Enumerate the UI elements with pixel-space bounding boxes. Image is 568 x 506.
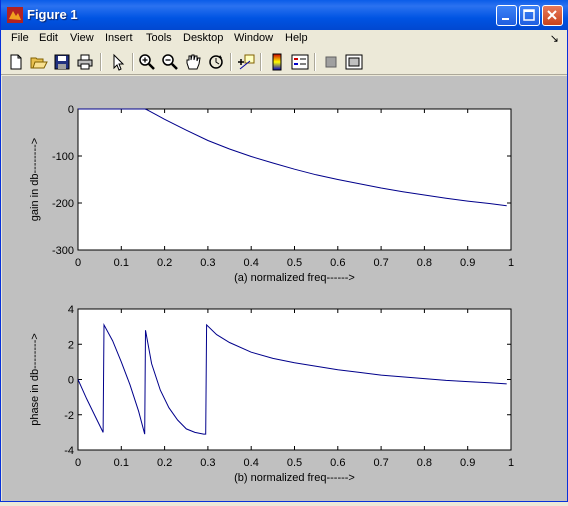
window-title: Figure 1 xyxy=(27,7,78,22)
close-button[interactable] xyxy=(542,5,563,26)
y-tick-label: -200 xyxy=(52,198,74,210)
y-tick-label: -100 xyxy=(52,151,74,163)
maximize-icon xyxy=(523,9,535,21)
x-tick-label: 0.7 xyxy=(373,457,388,469)
y-axis-label: gain in db--------> xyxy=(29,138,41,221)
y-tick-label: -300 xyxy=(52,245,74,257)
menu-tools[interactable]: Tools xyxy=(146,32,172,44)
y-tick-label: 2 xyxy=(68,339,74,351)
x-tick-label: 0 xyxy=(75,457,81,469)
legend-icon[interactable] xyxy=(291,53,309,71)
x-axis-label: (b) normalized freq------> xyxy=(234,472,355,484)
menu-bar: File Edit View Insert Tools Desktop Wind… xyxy=(1,30,567,49)
x-tick-label: 0.9 xyxy=(460,457,475,469)
close-icon xyxy=(547,10,557,20)
minimize-button[interactable] xyxy=(496,5,517,26)
toolbar-separator xyxy=(100,53,102,71)
x-tick-label: 0.3 xyxy=(200,257,215,269)
y-tick-label: -2 xyxy=(64,410,74,422)
menu-help[interactable]: Help xyxy=(285,32,308,44)
figure-window: Figure 1 File Edit View Insert Tools Des… xyxy=(0,0,568,502)
figure-canvas: 0 0.1 0.2 0.3 0.4 0.5 0.6 0.7 0.8 0.9 1 0 -100 -200 -3… xyxy=(2,76,567,501)
x-tick-label: 0.2 xyxy=(157,457,172,469)
open-file-icon[interactable] xyxy=(30,53,48,71)
new-figure-icon[interactable] xyxy=(7,53,25,71)
matlab-icon xyxy=(7,7,23,23)
y-tick-label: 0 xyxy=(68,375,74,387)
edit-plot-icon[interactable] xyxy=(109,53,127,71)
toolbar-separator xyxy=(260,53,262,71)
maximize-button[interactable] xyxy=(519,5,540,26)
x-tick-label: 0.6 xyxy=(330,257,345,269)
x-tick-label: 0.3 xyxy=(200,457,215,469)
save-icon[interactable] xyxy=(53,53,71,71)
toolbar-separator xyxy=(132,53,134,71)
minimize-icon xyxy=(502,18,509,20)
title-bar[interactable]: Figure 1 xyxy=(1,0,568,30)
y-tick-label: -4 xyxy=(64,445,74,457)
plot-area[interactable]: 0 0.1 0.2 0.3 0.4 0.5 0.6 0.7 0.8 0.9 10-100-200-3… xyxy=(2,76,567,501)
x-tick-label: 0.5 xyxy=(287,457,302,469)
show-plot-tools-icon[interactable] xyxy=(345,53,363,71)
menu-window[interactable]: Window xyxy=(234,32,273,44)
x-tick-label: 0.9 xyxy=(460,257,475,269)
zoom-in-icon[interactable] xyxy=(138,53,156,71)
axes-1-box xyxy=(77,108,512,251)
zoom-out-icon[interactable] xyxy=(161,53,179,71)
toolbar-separator xyxy=(314,53,316,71)
menu-file[interactable]: File xyxy=(11,32,29,44)
toolbar-separator xyxy=(230,53,232,71)
x-tick-label: 0.4 xyxy=(244,457,259,469)
colorbar-icon[interactable] xyxy=(268,53,286,71)
dock-arrow-icon[interactable]: ↘ xyxy=(550,32,559,45)
y-tick-label: 0 xyxy=(68,104,74,116)
x-tick-label: 0.5 xyxy=(287,257,302,269)
menu-view[interactable]: View xyxy=(70,32,94,44)
x-tick-label: 0.8 xyxy=(417,257,432,269)
toolbar xyxy=(1,49,567,75)
hide-plot-tools-icon[interactable] xyxy=(322,53,340,71)
y-tick-label: 4 xyxy=(68,304,74,316)
x-tick-label: 0.6 xyxy=(330,457,345,469)
x-axis-label: (a) normalized freq------> xyxy=(234,272,355,284)
rotate-3d-icon[interactable] xyxy=(207,53,225,71)
x-tick-label: 0.8 xyxy=(417,457,432,469)
x-tick-label: 0.1 xyxy=(114,457,129,469)
pan-icon[interactable] xyxy=(184,53,202,71)
menu-edit[interactable]: Edit xyxy=(39,32,58,44)
x-tick-label: 1 xyxy=(508,457,514,469)
x-tick-label: 0.7 xyxy=(373,257,388,269)
x-tick-label: 1 xyxy=(508,257,514,269)
menu-insert[interactable]: Insert xyxy=(105,32,133,44)
x-tick-label: 0 xyxy=(75,257,81,269)
y-axis-label: phase in db--------> xyxy=(29,333,41,426)
x-tick-label: 0.2 xyxy=(157,257,172,269)
menu-desktop[interactable]: Desktop xyxy=(183,32,223,44)
x-tick-label: 0.4 xyxy=(244,257,259,269)
data-cursor-icon[interactable] xyxy=(237,53,255,71)
print-icon[interactable] xyxy=(76,53,94,71)
x-tick-label: 0.1 xyxy=(114,257,129,269)
